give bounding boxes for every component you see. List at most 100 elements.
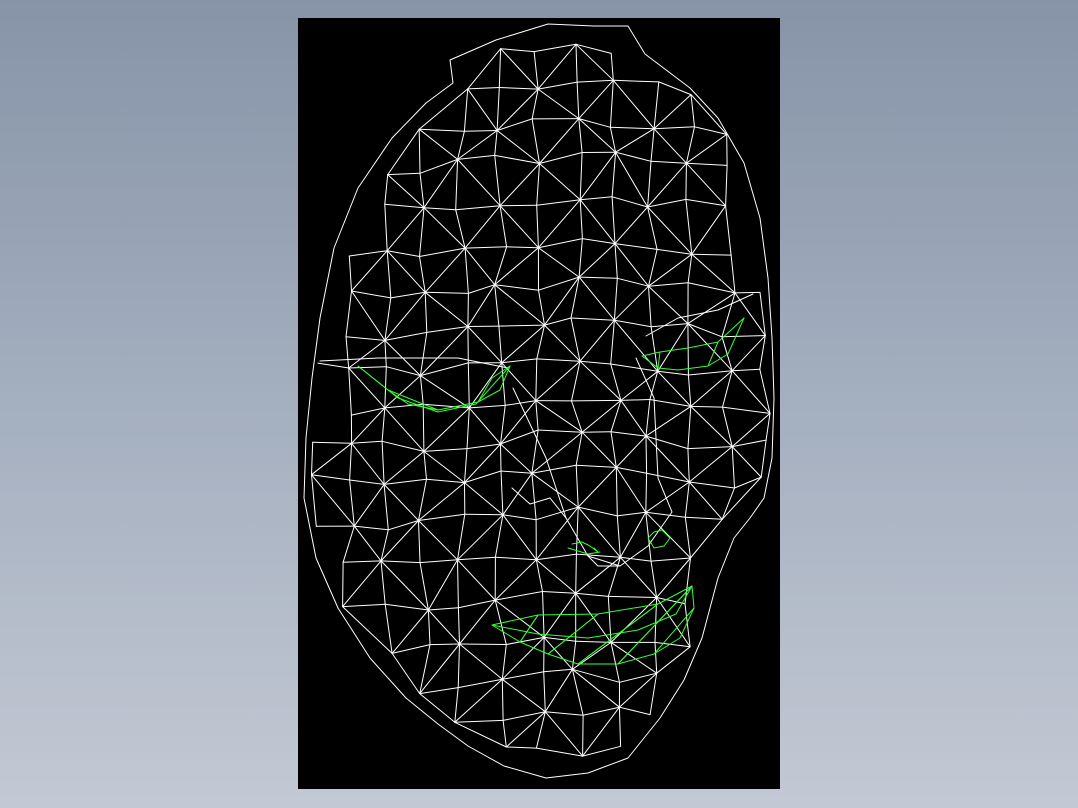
mesh-edge: [653, 94, 692, 130]
mesh-edge: [457, 556, 496, 561]
mesh-edge: [725, 164, 728, 207]
mesh-edge: [535, 553, 577, 561]
mesh-edge: [463, 88, 469, 132]
mesh-edge: [429, 643, 460, 646]
mesh-edge: [578, 276, 618, 279]
mesh-edge: [419, 158, 459, 174]
mesh-edge: [419, 643, 460, 695]
mesh-edge: [387, 128, 420, 176]
mesh-edge: [687, 253, 693, 284]
mesh-edge: [457, 559, 459, 609]
mesh-edge: [691, 205, 727, 255]
mesh-edge: [610, 363, 659, 372]
mesh-edge: [612, 79, 660, 83]
mesh-edge: [502, 472, 533, 516]
mesh-edge: [544, 711, 584, 716]
mesh-edge: [501, 678, 504, 721]
mesh-edge: [467, 284, 496, 294]
mesh-edge: [575, 556, 621, 594]
mesh-edge: [607, 595, 658, 598]
mesh-edge: [506, 246, 539, 249]
mesh-edge: [620, 399, 651, 401]
mesh-edge: [348, 250, 388, 257]
mesh-edge: [466, 407, 470, 450]
mesh-edge: [538, 276, 580, 291]
mesh-edge: [609, 79, 614, 128]
mesh-edge: [690, 405, 733, 448]
right-eye-edge: [657, 351, 661, 369]
mouth-outline: [491, 585, 695, 665]
mesh-edge: [579, 199, 583, 240]
mesh-edge: [500, 48, 539, 90]
mesh-edge: [498, 325, 503, 364]
mesh-edge: [657, 370, 692, 407]
mesh-edge: [424, 291, 469, 327]
mesh-edge: [494, 130, 498, 156]
mesh-edge: [535, 506, 579, 561]
mesh-edge: [467, 284, 496, 327]
mesh-edge: [381, 440, 425, 452]
mesh-edge: [685, 198, 727, 207]
mesh-edge: [351, 442, 385, 485]
mesh-edge: [544, 324, 581, 362]
mesh-edge: [650, 557, 691, 562]
mesh-edge: [734, 476, 762, 489]
mesh-edge: [536, 204, 539, 249]
face-wireframe: [303, 23, 775, 779]
mesh-edge: [613, 277, 618, 321]
mesh-edge: [645, 399, 651, 437]
mesh-edge: [498, 87, 539, 90]
mesh-edge: [687, 282, 736, 294]
mesh-edge: [647, 206, 658, 250]
mesh-edge: [581, 238, 616, 245]
mesh-edge: [391, 609, 429, 654]
mesh-edge: [543, 668, 573, 673]
mesh-edge: [455, 158, 459, 211]
mesh-edge: [571, 400, 583, 433]
mesh-edge: [609, 126, 655, 130]
mesh-edge: [499, 204, 538, 207]
mesh-edge: [345, 290, 352, 338]
mesh-edge: [464, 247, 469, 294]
mesh-edge: [349, 442, 353, 481]
mesh-edge: [427, 609, 460, 645]
mesh-edge: [426, 326, 469, 333]
mesh-edge: [535, 400, 539, 431]
mesh-edge: [419, 375, 424, 405]
mesh-edge: [722, 370, 733, 408]
mesh-edge: [610, 319, 615, 365]
mesh-edge: [498, 48, 502, 88]
mesh-edge: [348, 366, 387, 369]
mesh-edge: [464, 247, 496, 286]
mesh-edge: [543, 671, 546, 713]
mesh-edge: [311, 441, 314, 476]
mesh-edge: [607, 595, 612, 643]
mesh-edge: [571, 399, 622, 402]
mesh-edge: [348, 367, 386, 409]
mesh-edge: [351, 290, 386, 341]
mesh-edge: [610, 431, 617, 468]
mesh-edge: [390, 291, 426, 299]
mesh-edge: [311, 474, 317, 527]
model-viewport[interactable]: [298, 18, 780, 789]
mesh-edge: [614, 243, 649, 287]
mesh-edge: [464, 246, 508, 249]
mesh-edge: [616, 515, 621, 558]
mesh-edge: [380, 560, 421, 564]
mesh-edge: [467, 48, 502, 90]
mesh-edge: [615, 435, 647, 468]
mesh-edge: [383, 483, 419, 521]
mesh-edge: [426, 478, 465, 484]
mesh-edge: [685, 133, 728, 164]
mesh-edge: [657, 370, 689, 376]
mesh-edge: [690, 518, 723, 559]
mesh-edge: [500, 443, 533, 474]
mesh-edge: [348, 339, 386, 369]
mesh-edge: [730, 254, 736, 294]
mesh-edge: [353, 525, 382, 562]
mesh-edge: [345, 336, 350, 369]
mesh-edge: [734, 291, 761, 294]
mesh-edge: [610, 597, 658, 643]
mesh-edge: [418, 128, 421, 174]
mesh-edge: [575, 43, 614, 81]
